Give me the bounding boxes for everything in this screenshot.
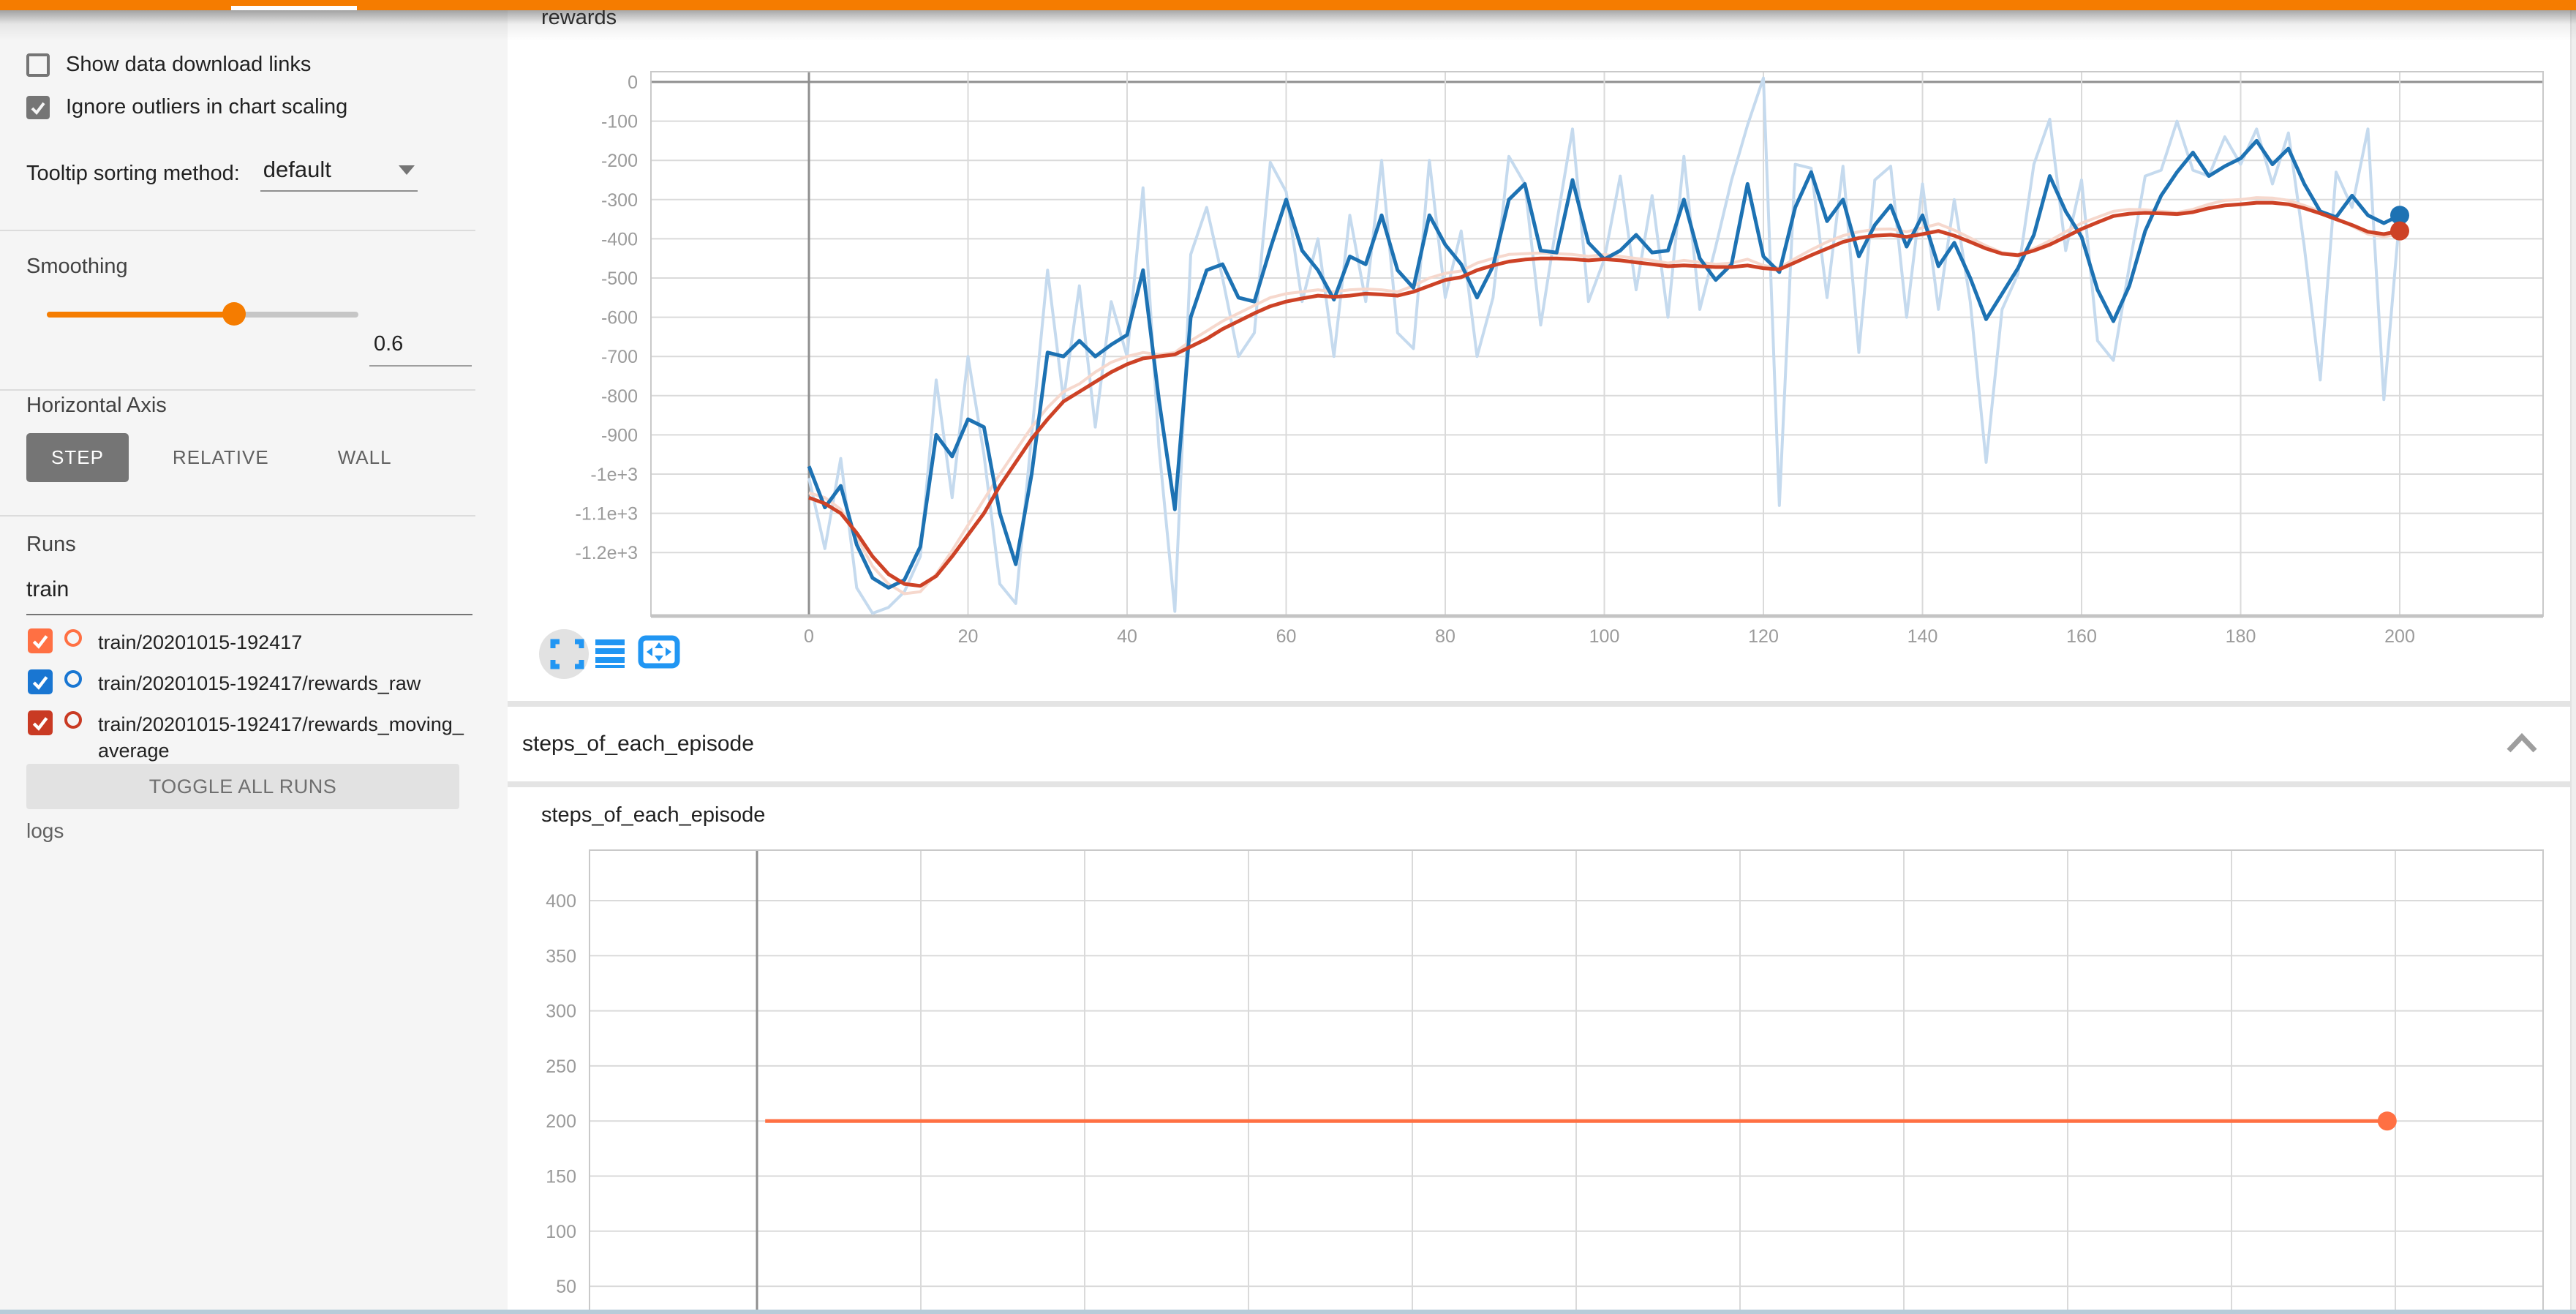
run-checkbox[interactable] bbox=[28, 669, 53, 694]
svg-text:-200: -200 bbox=[601, 151, 638, 171]
run-label: train/20201015-192417/rewards_raw bbox=[98, 671, 467, 697]
window-bottom-edge bbox=[0, 1310, 2576, 1314]
section-header-steps[interactable]: steps_of_each_episode bbox=[508, 707, 2576, 781]
steps-chart[interactable]: 400 350 300 250 200 150 100 50 bbox=[508, 787, 2576, 1314]
slider-thumb[interactable] bbox=[222, 302, 246, 326]
svg-text:0: 0 bbox=[804, 626, 814, 647]
svg-text:180: 180 bbox=[2226, 626, 2256, 647]
svg-text:140: 140 bbox=[1907, 626, 1938, 647]
svg-text:100: 100 bbox=[546, 1222, 576, 1242]
checkbox-label: Show data download links bbox=[66, 53, 311, 77]
chart-toolbar bbox=[538, 626, 728, 685]
svg-text:160: 160 bbox=[2066, 626, 2097, 647]
svg-text:80: 80 bbox=[1435, 626, 1455, 647]
run-filter-input[interactable]: train bbox=[26, 577, 472, 615]
svg-text:-600: -600 bbox=[601, 308, 638, 328]
run-label: train/20201015-192417/rewards_moving_ave… bbox=[98, 712, 467, 764]
axis-step-button[interactable]: STEP bbox=[26, 433, 129, 482]
axis-relative-button[interactable]: RELATIVE bbox=[148, 433, 294, 482]
svg-text:50: 50 bbox=[556, 1277, 576, 1297]
expand-icon[interactable] bbox=[539, 629, 589, 679]
run-color-circle bbox=[64, 629, 82, 647]
run-label: train/20201015-192417 bbox=[98, 630, 467, 656]
svg-text:400: 400 bbox=[546, 891, 576, 912]
divider bbox=[0, 389, 475, 391]
chart-title-steps: steps_of_each_episode bbox=[541, 803, 765, 827]
show-download-links-row[interactable]: Show data download links bbox=[26, 53, 311, 77]
svg-text:-700: -700 bbox=[601, 347, 638, 367]
axis-wall-button[interactable]: WALL bbox=[313, 433, 417, 482]
toggle-all-runs-button[interactable]: TOGGLE ALL RUNS bbox=[26, 764, 459, 809]
svg-text:200: 200 bbox=[546, 1111, 576, 1132]
ignore-outliers-checkbox[interactable] bbox=[26, 96, 50, 119]
run-row[interactable]: train/20201015-192417/rewards_moving_ave… bbox=[28, 710, 467, 764]
svg-text:120: 120 bbox=[1748, 626, 1779, 647]
svg-text:-100: -100 bbox=[601, 112, 638, 132]
run-row[interactable]: train/20201015-192417 bbox=[28, 628, 467, 656]
svg-text:300: 300 bbox=[546, 1002, 576, 1022]
svg-text:40: 40 bbox=[1117, 626, 1137, 647]
chevron-down-icon bbox=[399, 165, 415, 175]
smoothing-slider[interactable] bbox=[47, 312, 358, 318]
svg-text:-800: -800 bbox=[601, 386, 638, 407]
svg-text:20: 20 bbox=[958, 626, 979, 647]
svg-text:60: 60 bbox=[1276, 626, 1297, 647]
svg-text:-400: -400 bbox=[601, 229, 638, 249]
smoothing-label: Smoothing bbox=[26, 255, 128, 279]
logs-label: logs bbox=[26, 819, 64, 843]
svg-text:200: 200 bbox=[2384, 626, 2415, 647]
horizontal-axis-label: Horizontal Axis bbox=[26, 394, 167, 418]
runs-label: Runs bbox=[26, 533, 76, 557]
svg-text:250: 250 bbox=[546, 1056, 576, 1077]
run-checkbox[interactable] bbox=[28, 628, 53, 653]
svg-text:350: 350 bbox=[546, 946, 576, 966]
svg-text:-500: -500 bbox=[601, 269, 638, 289]
svg-text:150: 150 bbox=[546, 1167, 576, 1187]
tensorboard-app: rewards 0-100-200-300-400-500-600-700-80… bbox=[0, 0, 2576, 1314]
scrollbar-track[interactable] bbox=[2570, 10, 2576, 1310]
smoothing-value[interactable]: 0.6 bbox=[369, 332, 472, 367]
tooltip-sorting-label: Tooltip sorting method: bbox=[26, 162, 240, 186]
tooltip-sorting-select[interactable]: default bbox=[260, 155, 418, 192]
slider-fill bbox=[47, 312, 234, 318]
run-row[interactable]: train/20201015-192417/rewards_raw bbox=[28, 669, 467, 697]
rewards-chart[interactable]: 0 -100 -200 -300 -400 -500 -600 -700 -800 -900 -1e… bbox=[508, 0, 2576, 702]
svg-text:0: 0 bbox=[628, 72, 638, 93]
collapse-chevron-icon[interactable] bbox=[2506, 733, 2538, 754]
checkbox-label: Ignore outliers in chart scaling bbox=[66, 95, 347, 119]
ignore-outliers-row[interactable]: Ignore outliers in chart scaling bbox=[26, 95, 347, 119]
lines-icon[interactable] bbox=[595, 639, 625, 668]
section-divider bbox=[508, 781, 2576, 787]
divider bbox=[0, 515, 475, 517]
svg-text:-1e+3: -1e+3 bbox=[590, 465, 638, 485]
active-tab-indicator bbox=[231, 6, 357, 10]
svg-text:-300: -300 bbox=[601, 190, 638, 211]
svg-text:-1.1e+3: -1.1e+3 bbox=[576, 504, 639, 525]
svg-text:-1.2e+3: -1.2e+3 bbox=[576, 543, 639, 563]
run-checkbox[interactable] bbox=[28, 710, 53, 735]
horizontal-axis-buttons: STEP RELATIVE WALL bbox=[26, 433, 417, 482]
run-color-circle bbox=[64, 711, 82, 729]
show-download-links-checkbox[interactable] bbox=[26, 53, 50, 77]
sidebar: Show data download links Ignore outliers… bbox=[0, 10, 508, 1310]
divider bbox=[0, 230, 475, 231]
tooltip-sorting-row: Tooltip sorting method: default bbox=[26, 155, 418, 192]
tooltip-sorting-value: default bbox=[263, 157, 331, 182]
app-header-bar bbox=[0, 0, 2576, 10]
section-header-label: steps_of_each_episode bbox=[522, 732, 754, 757]
svg-text:-900: -900 bbox=[601, 425, 638, 446]
svg-text:100: 100 bbox=[1589, 626, 1620, 647]
fit-domain-icon[interactable] bbox=[641, 638, 677, 666]
run-color-circle bbox=[64, 670, 82, 688]
